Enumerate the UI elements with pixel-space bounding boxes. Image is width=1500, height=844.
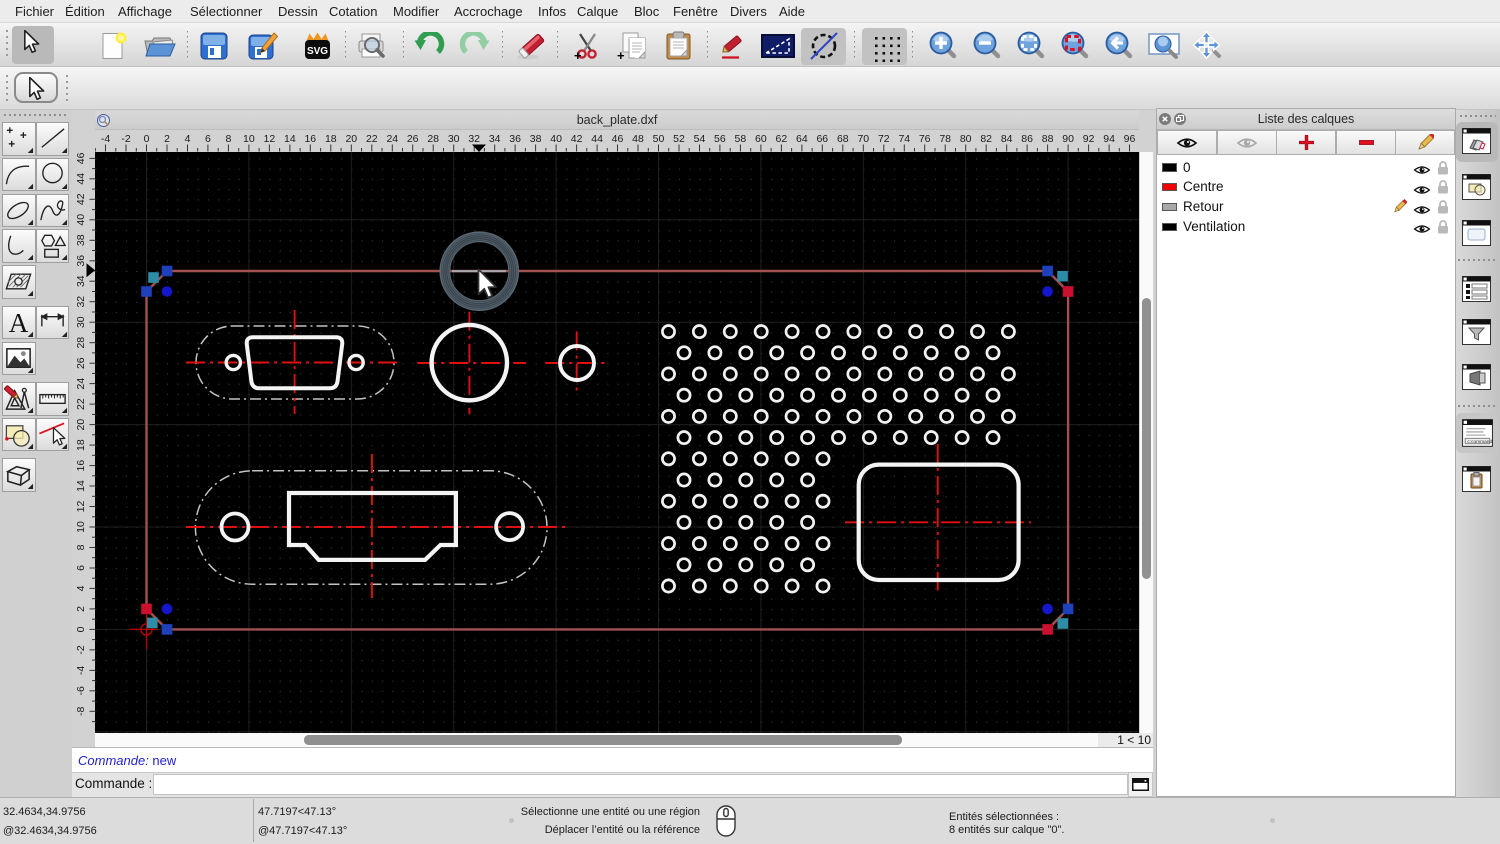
svg-text:36: 36	[75, 255, 87, 267]
svg-text:-6: -6	[75, 686, 87, 695]
svg-text:2: 2	[164, 133, 170, 145]
svg-text:50: 50	[653, 133, 665, 145]
svg-text:12: 12	[264, 133, 276, 145]
svg-text:14: 14	[75, 480, 87, 492]
svg-text:62: 62	[776, 133, 788, 145]
svg-text:-8: -8	[75, 706, 87, 715]
svg-text:76: 76	[919, 133, 931, 145]
svg-text:74: 74	[898, 133, 910, 145]
svg-text:34: 34	[489, 133, 501, 145]
svg-text:48: 48	[632, 133, 644, 145]
svg-text:88: 88	[1042, 133, 1054, 145]
svg-text:52: 52	[673, 133, 685, 145]
svg-text:46: 46	[612, 133, 624, 145]
svg-text:94: 94	[1103, 133, 1115, 145]
svg-text:66: 66	[816, 133, 828, 145]
svg-text:10: 10	[243, 133, 255, 145]
svg-text:8: 8	[225, 133, 231, 145]
svg-text:16: 16	[304, 133, 316, 145]
svg-text:20: 20	[75, 419, 87, 431]
svg-text:42: 42	[571, 133, 583, 145]
svg-text:26: 26	[407, 133, 419, 145]
svg-text:22: 22	[75, 398, 87, 410]
svg-text:0: 0	[75, 626, 87, 632]
svg-text:86: 86	[1021, 133, 1033, 145]
svg-text:0: 0	[144, 133, 150, 145]
svg-text:26: 26	[75, 357, 87, 369]
svg-text:2: 2	[75, 606, 87, 612]
svg-text:40: 40	[550, 133, 562, 145]
svg-text:24: 24	[75, 378, 87, 390]
svg-text:8: 8	[75, 544, 87, 550]
svg-text:22: 22	[366, 133, 378, 145]
svg-text:60: 60	[755, 133, 767, 145]
svg-text:84: 84	[1001, 133, 1013, 145]
svg-text:64: 64	[796, 133, 808, 145]
svg-text:96: 96	[1124, 133, 1136, 145]
svg-text:40: 40	[75, 214, 87, 226]
svg-text:42: 42	[75, 193, 87, 205]
svg-text:32: 32	[75, 296, 87, 308]
svg-text:72: 72	[878, 133, 890, 145]
svg-text:16: 16	[75, 460, 87, 472]
svg-text:78: 78	[939, 133, 951, 145]
svg-text:6: 6	[75, 565, 87, 571]
svg-text:20: 20	[345, 133, 357, 145]
svg-text:82: 82	[980, 133, 992, 145]
svg-text:14: 14	[284, 133, 296, 145]
svg-text:36: 36	[509, 133, 521, 145]
svg-text:38: 38	[75, 234, 87, 246]
svg-text:-2: -2	[121, 133, 130, 145]
svg-text:+: +	[574, 48, 582, 61]
svg-text:18: 18	[325, 133, 337, 145]
svg-text:A: A	[9, 308, 29, 338]
svg-text:SVG: SVG	[307, 46, 328, 57]
svg-text:44: 44	[75, 173, 87, 185]
svg-text:54: 54	[694, 133, 706, 145]
svg-text:58: 58	[735, 133, 747, 145]
svg-text:+: +	[617, 48, 625, 61]
svg-text:24: 24	[386, 133, 398, 145]
svg-text:30: 30	[75, 316, 87, 328]
svg-text:-4: -4	[101, 133, 110, 145]
svg-text:28: 28	[75, 337, 87, 349]
svg-text:-2: -2	[75, 645, 87, 654]
svg-text:90: 90	[1062, 133, 1074, 145]
svg-text:46: 46	[75, 152, 87, 164]
svg-text:80: 80	[960, 133, 972, 145]
svg-text:-4: -4	[75, 666, 87, 675]
svg-text:34: 34	[75, 275, 87, 287]
svg-text:56: 56	[714, 133, 726, 145]
svg-text:44: 44	[591, 133, 603, 145]
svg-text:4: 4	[185, 133, 191, 145]
svg-text:28: 28	[427, 133, 439, 145]
svg-text:70: 70	[857, 133, 869, 145]
svg-text:18: 18	[75, 439, 87, 451]
svg-text:92: 92	[1083, 133, 1095, 145]
svg-text:32: 32	[468, 133, 480, 145]
svg-text:6: 6	[205, 133, 211, 145]
svg-text:30: 30	[448, 133, 460, 145]
svg-text:4: 4	[75, 585, 87, 591]
svg-text:38: 38	[530, 133, 542, 145]
svg-text:c:command: c:command	[1467, 439, 1492, 445]
svg-text:68: 68	[837, 133, 849, 145]
svg-text:12: 12	[75, 501, 87, 513]
svg-text:10: 10	[75, 521, 87, 533]
